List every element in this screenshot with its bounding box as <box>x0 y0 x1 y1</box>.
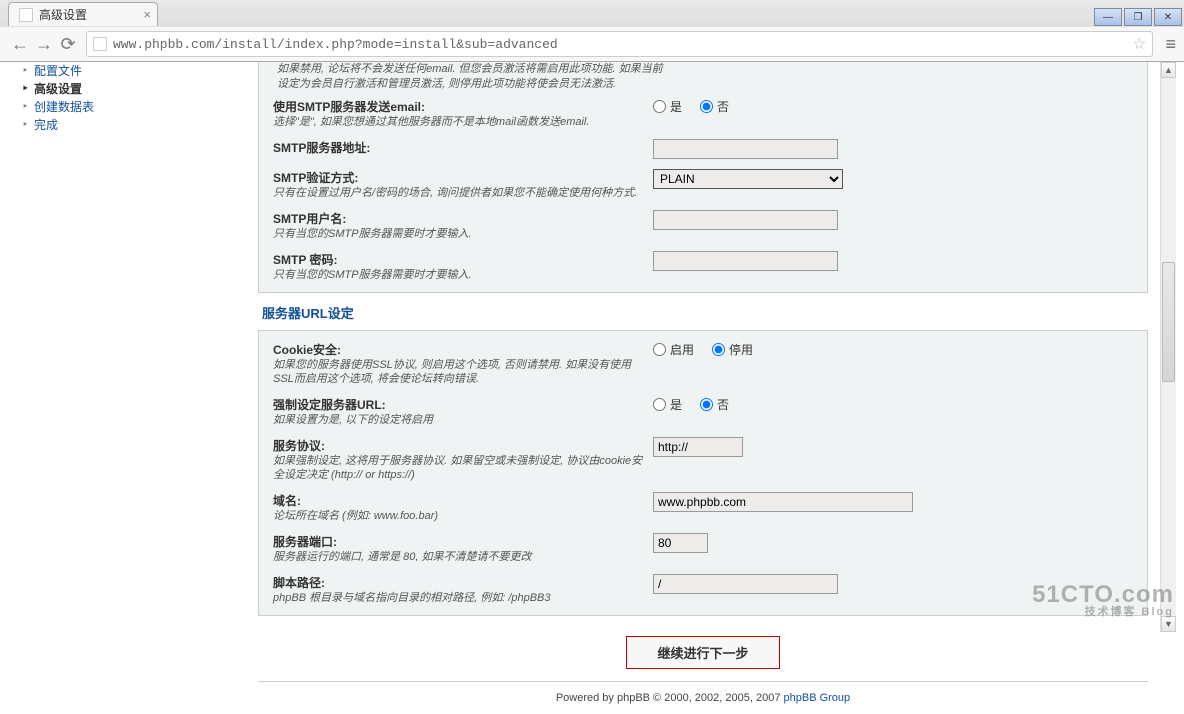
radio-force-no[interactable]: 否 <box>700 396 729 413</box>
minimize-button[interactable]: ― <box>1094 8 1122 26</box>
row-port: 服务器端口: 服务器运行的端口, 通常是 80, 如果不清楚请不要更改 <box>273 533 1133 564</box>
url-input[interactable] <box>113 37 1132 52</box>
close-button[interactable]: ✕ <box>1154 8 1182 26</box>
submit-area: 继续进行下一步 <box>258 622 1148 675</box>
radio-cookie-off[interactable]: 停用 <box>712 341 753 358</box>
label-smtp-pass: SMTP 密码: <box>273 251 643 268</box>
tab-bar: 高级设置 × ― ❐ ✕ <box>0 0 1184 26</box>
browser-chrome: 高级设置 × ― ❐ ✕ ← → ⟳ ☆ ≡ <box>0 0 1184 62</box>
label-domain: 域名: <box>273 492 643 509</box>
input-smtp-user[interactable] <box>653 210 838 230</box>
radio-cookie-on[interactable]: 启用 <box>653 341 694 358</box>
row-smtp-auth: SMTP验证方式: 只有在设置过用户名/密码的场合, 询问提供者如果您不能确定使… <box>273 169 1133 200</box>
watermark: 51CTO.com 技术博客 Blog <box>1032 583 1174 618</box>
browser-toolbar: ← → ⟳ ☆ ≡ <box>0 26 1184 61</box>
back-button[interactable]: ← <box>8 32 32 56</box>
scroll-thumb[interactable] <box>1162 262 1175 382</box>
maximize-button[interactable]: ❐ <box>1124 8 1152 26</box>
row-script: 脚本路径: phpBB 根目录与域名指向目录的相对路径, 例如: /phpBB3 <box>273 574 1133 605</box>
select-smtp-auth[interactable]: PLAIN <box>653 169 843 189</box>
url-bar[interactable]: ☆ <box>86 31 1153 57</box>
scroll-down-icon[interactable]: ▼ <box>1161 616 1176 632</box>
row-protocol: 服务协议: 如果强制设定, 这将用于服务器协议. 如果留空或未强制设定, 协议由… <box>273 437 1133 482</box>
sidebar-item-advanced[interactable]: 高级设置 <box>26 80 248 98</box>
sidebar: 配置文件 高级设置 创建数据表 完成 <box>8 62 258 632</box>
row-smtp-send: 使用SMTP服务器发送email: 选择"是", 如果您想通过其他服务器而不是本… <box>273 98 1133 129</box>
row-domain: 域名: 论坛所在域名 (例如: www.foo.bar) <box>273 492 1133 523</box>
sidebar-item-create-tables[interactable]: 创建数据表 <box>26 98 248 116</box>
page-icon <box>19 8 33 22</box>
footer: Powered by phpBB © 2000, 2002, 2005, 200… <box>258 681 1148 714</box>
browser-tab[interactable]: 高级设置 × <box>8 2 158 26</box>
top-note: 如果禁用, 论坛将不会发送任何email. 但您会员激活将需启用此项功能. 如果… <box>273 62 1133 98</box>
bookmark-icon[interactable]: ☆ <box>1132 34 1146 54</box>
row-cookie: Cookie安全: 如果您的服务器使用SSL协议, 则启用这个选项, 否则请禁用… <box>273 341 1133 386</box>
radio-force-yes[interactable]: 是 <box>653 396 682 413</box>
sidebar-item-finish[interactable]: 完成 <box>26 116 248 134</box>
label-protocol: 服务协议: <box>273 437 643 454</box>
continue-button[interactable]: 继续进行下一步 <box>626 636 779 669</box>
label-force-url: 强制设定服务器URL: <box>273 396 643 413</box>
row-smtp-pass: SMTP 密码: 只有当您的SMTP服务器需要时才要输入. <box>273 251 1133 282</box>
row-smtp-server: SMTP服务器地址: <box>273 139 1133 159</box>
input-smtp-pass[interactable] <box>653 251 838 271</box>
menu-icon[interactable]: ≡ <box>1165 34 1176 55</box>
row-force-url: 强制设定服务器URL: 如果设置为是, 以下的设定将启用 是 否 <box>273 396 1133 427</box>
label-port: 服务器端口: <box>273 533 643 550</box>
label-smtp-send: 使用SMTP服务器发送email: <box>273 98 643 115</box>
radio-smtp-no[interactable]: 否 <box>700 98 729 115</box>
window-controls: ― ❐ ✕ <box>1094 8 1184 26</box>
label-smtp-auth: SMTP验证方式: <box>273 169 643 186</box>
page-icon <box>93 37 107 51</box>
page-viewport: 配置文件 高级设置 创建数据表 完成 如果禁用, 论坛将不会发送任何email.… <box>0 62 1184 632</box>
input-smtp-server[interactable] <box>653 139 838 159</box>
main-content: 如果禁用, 论坛将不会发送任何email. 但您会员激活将需启用此项功能. 如果… <box>258 62 1160 632</box>
close-icon[interactable]: × <box>143 7 151 22</box>
forward-button[interactable]: → <box>32 32 56 56</box>
label-smtp-server: SMTP服务器地址: <box>273 139 643 156</box>
section-url-title: 服务器URL设定 <box>258 299 1148 330</box>
url-settings-block: Cookie安全: 如果您的服务器使用SSL协议, 则启用这个选项, 否则请禁用… <box>258 330 1148 616</box>
footer-link[interactable]: phpBB Group <box>784 692 851 704</box>
tab-title: 高级设置 <box>39 6 87 23</box>
input-port[interactable] <box>653 533 708 553</box>
radio-smtp-yes[interactable]: 是 <box>653 98 682 115</box>
scroll-up-icon[interactable]: ▲ <box>1161 62 1176 78</box>
label-smtp-user: SMTP用户名: <box>273 210 643 227</box>
label-cookie: Cookie安全: <box>273 341 643 358</box>
label-script: 脚本路径: <box>273 574 643 591</box>
input-protocol[interactable] <box>653 437 743 457</box>
row-smtp-user: SMTP用户名: 只有当您的SMTP服务器需要时才要输入. <box>273 210 1133 241</box>
input-script[interactable] <box>653 574 838 594</box>
email-settings-block: 如果禁用, 论坛将不会发送任何email. 但您会员激活将需启用此项功能. 如果… <box>258 62 1148 293</box>
reload-button[interactable]: ⟳ <box>56 32 80 56</box>
input-domain[interactable] <box>653 492 913 512</box>
sidebar-item-config[interactable]: 配置文件 <box>26 62 248 80</box>
scrollbar[interactable]: ▲ ▼ <box>1160 62 1176 632</box>
